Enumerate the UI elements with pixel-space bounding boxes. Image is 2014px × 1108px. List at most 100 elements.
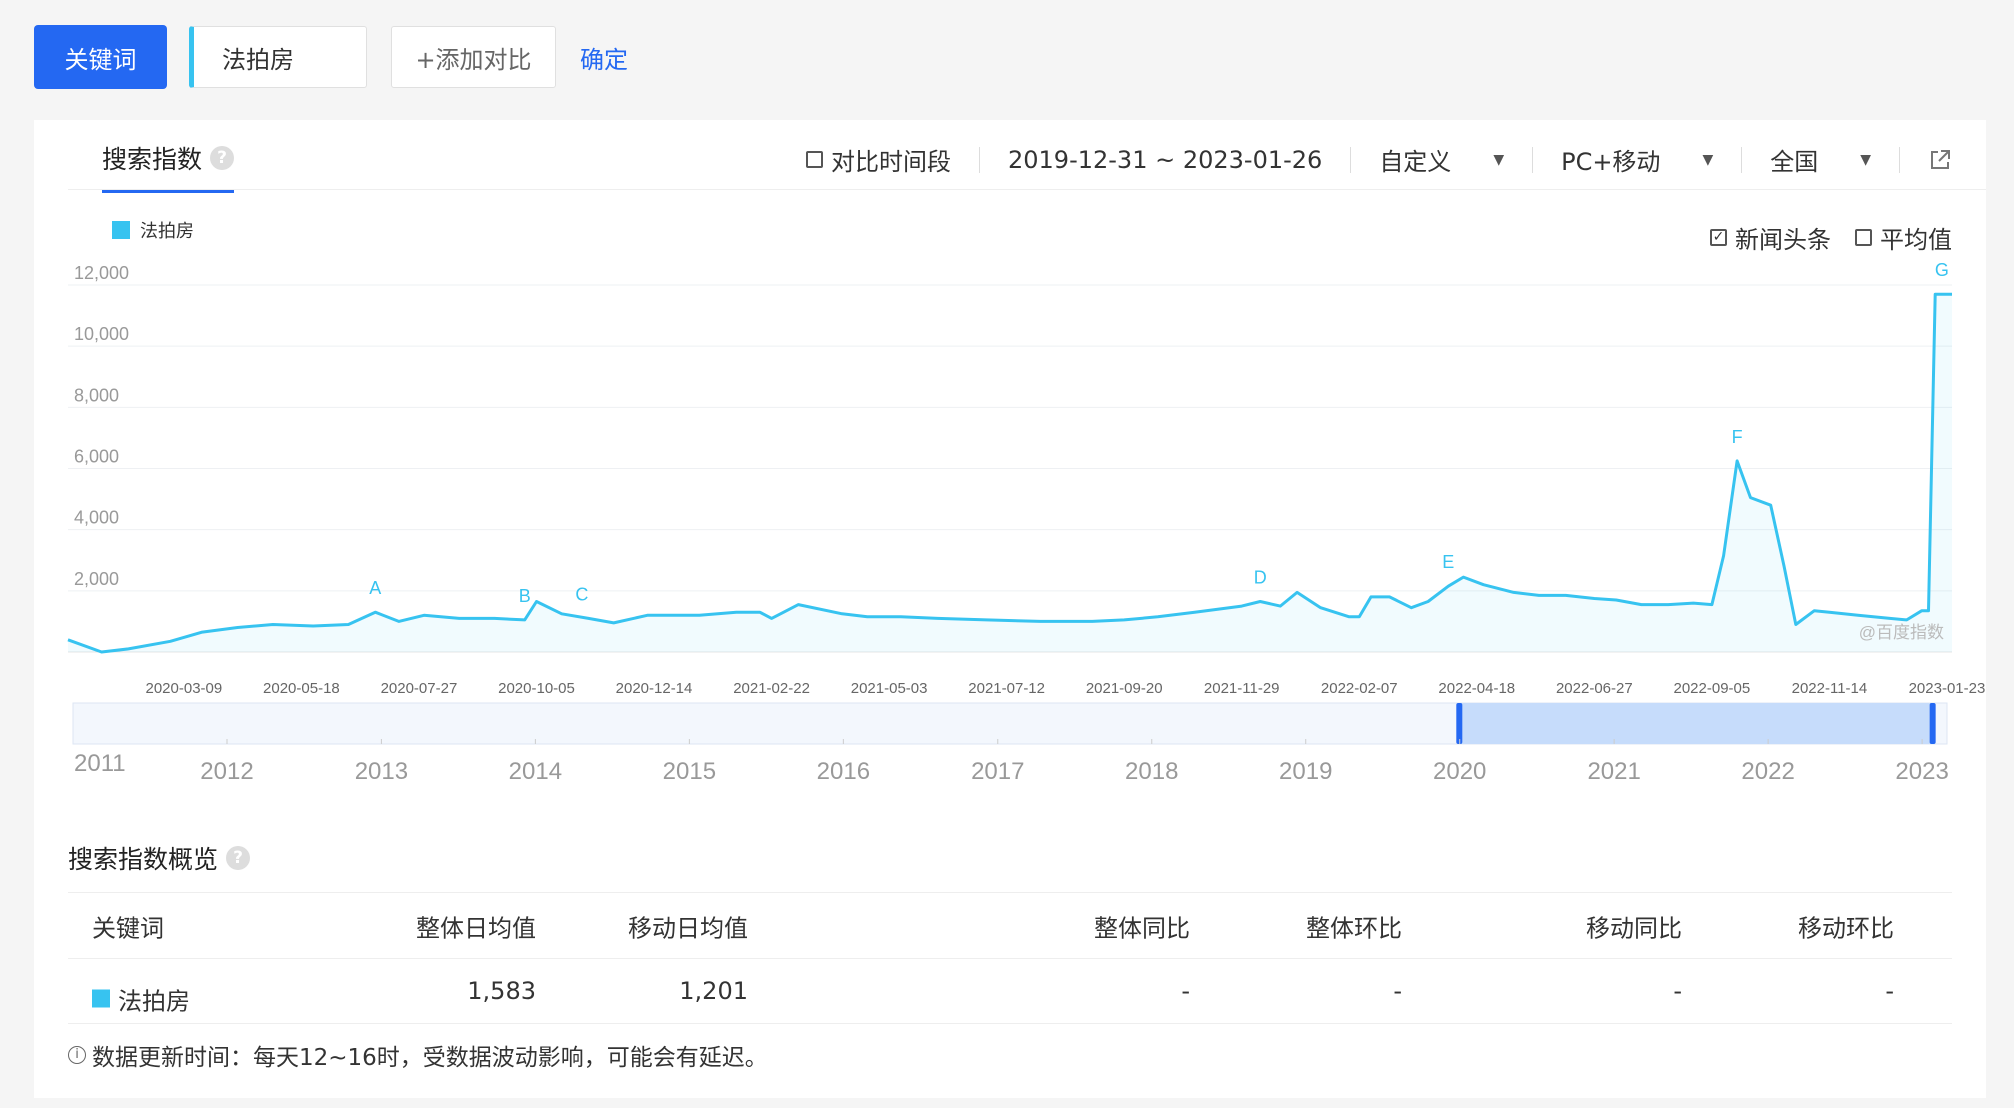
x-tick-label: 2021-07-12 bbox=[968, 680, 1045, 697]
navigator-year-label: 2019 bbox=[1279, 758, 1332, 785]
range-mode-select[interactable]: 自定义 ▼ bbox=[1379, 142, 1504, 177]
navigator-year-label: 2023 bbox=[1895, 758, 1948, 785]
series-line bbox=[67, 292, 1952, 654]
export-icon[interactable] bbox=[1928, 148, 1952, 172]
trend-chart: 12,000 10,000 8,000 6,000 4,000 2,000 2020-03-… bbox=[67, 260, 1985, 785]
x-tick-label: 2022-04-18 bbox=[1438, 680, 1515, 697]
navigator-year-label: 2021 bbox=[1587, 758, 1640, 785]
x-tick-label: 2020-05-18 bbox=[263, 680, 340, 697]
header-mobile-yoy: 移动同比 bbox=[1586, 914, 1682, 942]
add-compare-button[interactable]: +添加对比 bbox=[391, 26, 556, 88]
y-tick-label: 10,000 bbox=[74, 324, 129, 344]
row-mobile-yoy: - bbox=[1673, 977, 1682, 1005]
keyword-input[interactable]: 法拍房 bbox=[189, 26, 367, 88]
watermark: @百度指数 bbox=[1859, 623, 1944, 642]
navigator-year-label: 2018 bbox=[1125, 758, 1178, 785]
confirm-link[interactable]: 确定 bbox=[580, 40, 628, 75]
event-marker: E bbox=[1442, 552, 1454, 572]
legend-swatch bbox=[112, 221, 130, 239]
x-tick-label: 2020-10-05 bbox=[498, 680, 575, 697]
table-row: 法拍房 1,583 1,201 - - - - bbox=[68, 958, 1952, 1024]
compare-period-label: 对比时间段 bbox=[830, 148, 951, 176]
top-toolbar: 关键词 法拍房 +添加对比 确定 bbox=[34, 25, 628, 89]
row-overall-yoy: - bbox=[1181, 977, 1190, 1005]
help-icon[interactable]: ? bbox=[210, 146, 235, 170]
row-mobile-mom: - bbox=[1885, 977, 1894, 1005]
navigator-year-label: 2016 bbox=[817, 758, 870, 785]
checkbox-checked-icon: ✓ bbox=[1710, 229, 1727, 246]
divider bbox=[1899, 146, 1900, 173]
header-overall-avg: 整体日均值 bbox=[416, 914, 536, 942]
keyword-button[interactable]: 关键词 bbox=[34, 25, 167, 89]
header-mobile-mom: 移动环比 bbox=[1798, 914, 1894, 942]
x-tick-label: 2021-05-03 bbox=[851, 680, 928, 697]
info-icon: i bbox=[68, 1046, 86, 1064]
panel-title: 搜索指数 bbox=[102, 145, 203, 174]
event-marker: F bbox=[1732, 427, 1743, 447]
caret-down-icon: ▼ bbox=[1702, 151, 1714, 168]
x-tick-label: 2022-09-05 bbox=[1674, 680, 1751, 697]
y-tick-label: 2,000 bbox=[74, 569, 119, 589]
date-range-value: 2019-12-31 ~ 2023-01-26 bbox=[1007, 145, 1323, 174]
help-icon[interactable]: ? bbox=[226, 846, 251, 870]
row-overall-mom: - bbox=[1393, 977, 1402, 1005]
divider bbox=[1741, 146, 1743, 173]
row-overall-avg: 1,583 bbox=[467, 977, 536, 1005]
header-overall-mom: 整体环比 bbox=[1306, 914, 1402, 942]
navigator-year-label: 2020 bbox=[1433, 758, 1486, 785]
navigator-selection bbox=[1459, 703, 1933, 744]
caret-down-icon: ▼ bbox=[1860, 151, 1871, 168]
event-marker: D bbox=[1254, 568, 1267, 588]
navigator-year-label: 2013 bbox=[355, 758, 408, 785]
summary-header: 搜索指数概览 ? bbox=[68, 840, 251, 876]
x-tick-label: 2022-02-07 bbox=[1321, 680, 1398, 697]
x-tick-label: 2022-11-14 bbox=[1792, 680, 1868, 697]
row-keyword: 法拍房 bbox=[92, 981, 190, 1016]
table-header-row: 关键词 整体日均值 移动日均值 整体同比 整体环比 移动同比 移动环比 bbox=[68, 892, 1952, 958]
legend-swatch bbox=[92, 989, 110, 1008]
y-tick-label: 8,000 bbox=[74, 385, 119, 405]
y-tick-label: 12,000 bbox=[74, 263, 129, 283]
divider bbox=[1350, 146, 1352, 173]
navigator-year-label: 2014 bbox=[509, 758, 562, 785]
navigator-handle-right bbox=[1929, 703, 1936, 744]
search-index-card: 搜索指数 ? 对比时间段 2019-12-31 ~ 2023-01-26 自定义… bbox=[34, 120, 1986, 1098]
device-value: PC+移动 bbox=[1561, 148, 1661, 176]
x-tick-label: 2021-11-29 bbox=[1204, 680, 1280, 697]
series-area bbox=[68, 294, 1952, 652]
navigator-year-label: 2011 bbox=[74, 750, 126, 777]
checkbox-icon bbox=[1855, 229, 1872, 246]
region-select[interactable]: 全国 ▼ bbox=[1770, 142, 1871, 177]
x-tick-label: 2020-03-09 bbox=[145, 680, 222, 697]
x-tick-label: 2021-02-22 bbox=[733, 680, 810, 697]
x-tick-label: 2020-07-27 bbox=[381, 680, 458, 697]
caret-down-icon: ▼ bbox=[1493, 151, 1505, 168]
x-tick-label: 2022-06-27 bbox=[1556, 680, 1633, 697]
chart-controls: 对比时间段 2019-12-31 ~ 2023-01-26 自定义 ▼ PC+移… bbox=[805, 142, 1952, 177]
compare-period-toggle[interactable]: 对比时间段 bbox=[805, 142, 951, 177]
navigator-year-label: 2022 bbox=[1741, 758, 1794, 785]
range-mode-value: 自定义 bbox=[1379, 148, 1452, 176]
header-mobile-avg: 移动日均值 bbox=[628, 914, 748, 942]
y-tick-label: 6,000 bbox=[74, 447, 119, 467]
region-value: 全国 bbox=[1770, 148, 1819, 176]
event-marker: C bbox=[575, 584, 588, 604]
date-range-picker[interactable]: 2019-12-31 ~ 2023-01-26 bbox=[1008, 146, 1322, 174]
chart-legend: 法拍房 bbox=[112, 217, 194, 243]
x-tick-label: 2021-09-20 bbox=[1086, 680, 1163, 697]
checkbox-icon bbox=[805, 151, 823, 168]
tab-search-index[interactable]: 搜索指数 ? bbox=[102, 140, 235, 193]
y-tick-label: 4,000 bbox=[74, 508, 119, 528]
navigator-year-label: 2012 bbox=[200, 758, 253, 785]
event-marker: B bbox=[519, 586, 531, 606]
device-select[interactable]: PC+移动 ▼ bbox=[1561, 142, 1713, 177]
update-note-text: 数据更新时间：每天12~16时，受数据波动影响，可能会有延迟。 bbox=[92, 1045, 768, 1071]
legend-label: 法拍房 bbox=[140, 221, 194, 242]
navigator-handle-left bbox=[1456, 703, 1463, 744]
summary-title: 搜索指数概览 bbox=[68, 845, 219, 874]
update-note: i 数据更新时间：每天12~16时，受数据波动影响，可能会有延迟。 bbox=[68, 1038, 768, 1072]
event-marker: A bbox=[369, 578, 381, 598]
header-overall-yoy: 整体同比 bbox=[1094, 914, 1190, 942]
row-mobile-avg: 1,201 bbox=[679, 977, 748, 1005]
event-marker: G bbox=[1935, 260, 1949, 280]
